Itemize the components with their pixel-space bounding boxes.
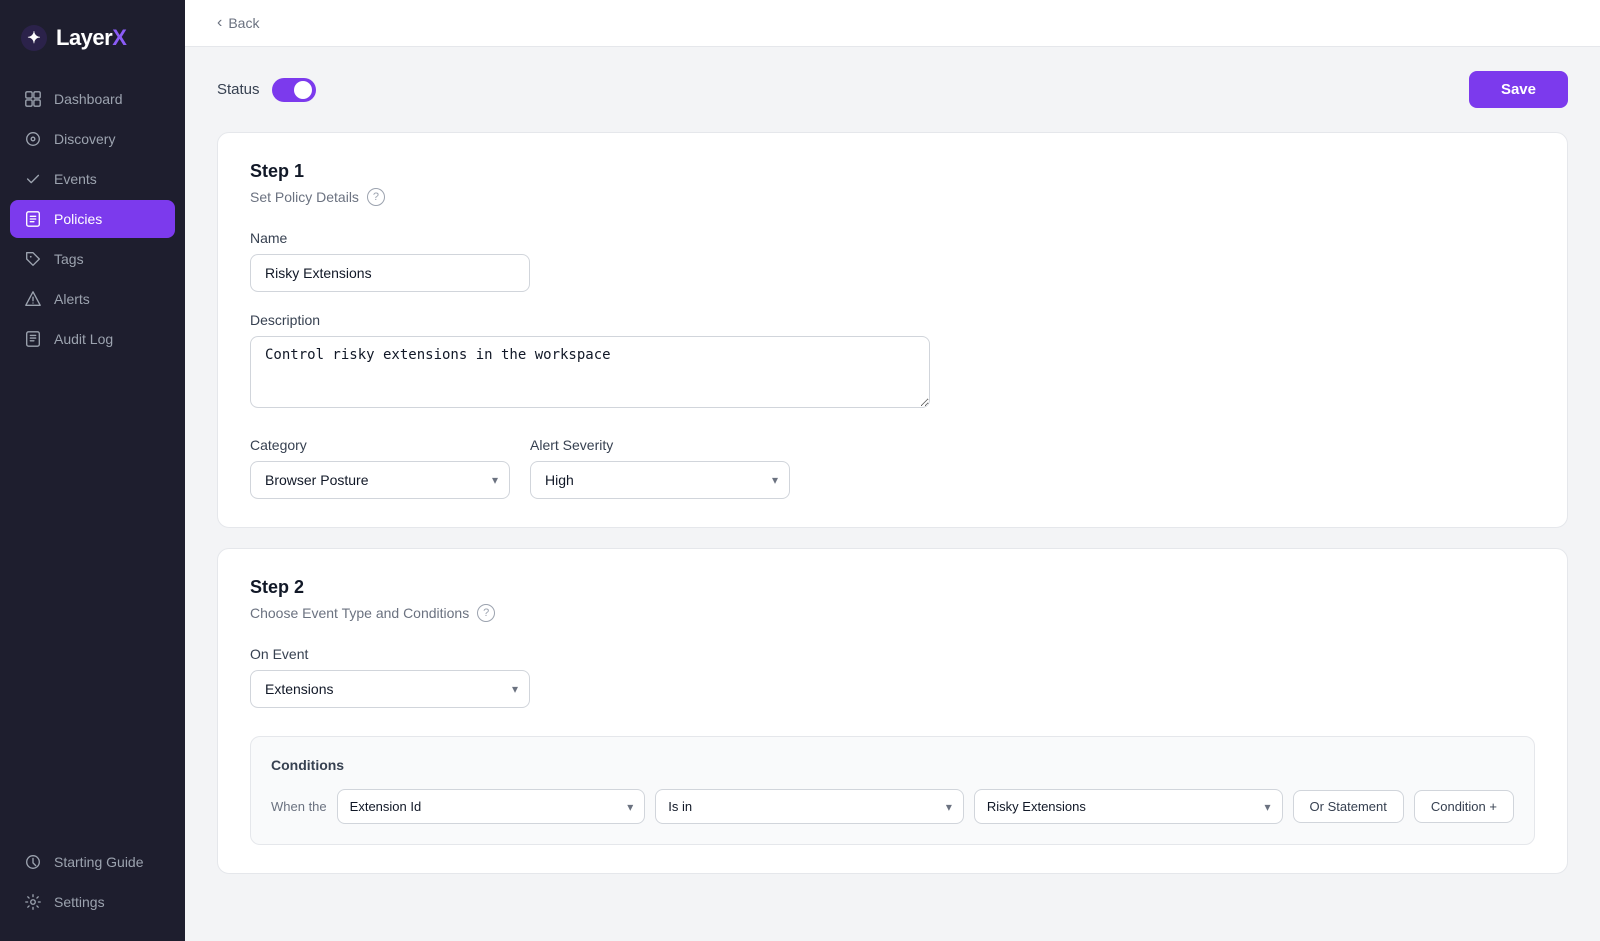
topbar: ‹ Back [185, 0, 1600, 47]
step2-title: Step 2 [250, 577, 1535, 598]
condition-operator-wrapper: Is in Is not in Equals Contains ▾ [655, 789, 964, 824]
condition-row: When the Extension Id Extension Name Ext… [271, 789, 1514, 824]
sidebar-item-tags[interactable]: Tags [10, 240, 175, 278]
back-link[interactable]: ‹ Back [217, 14, 259, 32]
status-label: Status [217, 81, 260, 98]
alert-severity-field-group: Alert Severity Low Medium High Critical … [530, 437, 790, 499]
conditions-title: Conditions [271, 757, 1514, 773]
sidebar-item-settings[interactable]: Settings [10, 883, 175, 921]
sidebar-item-dashboard[interactable]: Dashboard [10, 80, 175, 118]
status-group: Status [217, 78, 316, 102]
category-select[interactable]: Browser Posture Network Data Loss Preven… [250, 461, 510, 499]
category-severity-row: Category Browser Posture Network Data Lo… [250, 437, 1535, 499]
condition-value-wrapper: Risky Extensions Safe Extensions ▾ [974, 789, 1283, 824]
sidebar-bottom: Starting Guide Settings [0, 833, 185, 941]
dashboard-icon [24, 90, 42, 108]
discovery-icon [24, 130, 42, 148]
sidebar-item-audit-log[interactable]: Audit Log [10, 320, 175, 358]
name-input[interactable] [250, 254, 530, 292]
nav-items: Dashboard Discovery Events Policies [0, 80, 185, 833]
sidebar-item-discovery[interactable]: Discovery [10, 120, 175, 158]
status-toggle[interactable] [272, 78, 316, 102]
sidebar: ✦ LayerX Dashboard Discovery [0, 0, 185, 941]
tags-icon [24, 250, 42, 268]
description-label: Description [250, 312, 1535, 328]
or-statement-button[interactable]: Or Statement [1293, 790, 1404, 823]
back-chevron-icon: ‹ [217, 14, 222, 32]
step1-card: Step 1 Set Policy Details ? Name Descrip… [217, 132, 1568, 528]
step1-title: Step 1 [250, 161, 1535, 182]
condition-value-select[interactable]: Risky Extensions Safe Extensions [974, 789, 1283, 824]
step1-help-icon[interactable]: ? [367, 188, 385, 206]
logo-icon: ✦ [20, 24, 48, 52]
logo-area: ✦ LayerX [0, 0, 185, 80]
when-the-label: When the [271, 799, 327, 814]
settings-icon [24, 893, 42, 911]
conditions-section: Conditions When the Extension Id Extensi… [250, 736, 1535, 845]
category-label: Category [250, 437, 510, 453]
condition-field-select[interactable]: Extension Id Extension Name Extension Ve… [337, 789, 646, 824]
on-event-select-wrapper: Extensions Downloads Uploads ▾ [250, 670, 530, 708]
step1-subtitle: Set Policy Details ? [250, 188, 1535, 206]
audit-log-icon [24, 330, 42, 348]
name-label: Name [250, 230, 1535, 246]
description-textarea[interactable] [250, 336, 930, 408]
sidebar-item-events[interactable]: Events [10, 160, 175, 198]
sidebar-item-alerts[interactable]: Alerts [10, 280, 175, 318]
sidebar-item-starting-guide[interactable]: Starting Guide [10, 843, 175, 881]
on-event-label: On Event [250, 646, 530, 662]
step2-card: Step 2 Choose Event Type and Conditions … [217, 548, 1568, 874]
alert-severity-select-wrapper: Low Medium High Critical ▾ [530, 461, 790, 499]
svg-text:✦: ✦ [27, 30, 40, 47]
step2-help-icon[interactable]: ? [477, 604, 495, 622]
description-field-group: Description [250, 312, 1535, 413]
condition-field-wrapper: Extension Id Extension Name Extension Ve… [337, 789, 646, 824]
on-event-field-group: On Event Extensions Downloads Uploads ▾ [250, 646, 530, 708]
policies-icon [24, 210, 42, 228]
page-content: Status Save Step 1 Set Policy Details ? … [185, 47, 1600, 941]
name-field-group: Name [250, 230, 1535, 292]
logo: ✦ LayerX [20, 24, 165, 52]
condition-operator-select[interactable]: Is in Is not in Equals Contains [655, 789, 964, 824]
category-select-wrapper: Browser Posture Network Data Loss Preven… [250, 461, 510, 499]
alert-severity-label: Alert Severity [530, 437, 790, 453]
on-event-select[interactable]: Extensions Downloads Uploads [250, 670, 530, 708]
step2-subtitle: Choose Event Type and Conditions ? [250, 604, 1535, 622]
status-row: Status Save [217, 71, 1568, 108]
starting-guide-icon [24, 853, 42, 871]
category-field-group: Category Browser Posture Network Data Lo… [250, 437, 510, 499]
alert-severity-select[interactable]: Low Medium High Critical [530, 461, 790, 499]
events-icon [24, 170, 42, 188]
alerts-icon [24, 290, 42, 308]
logo-text: LayerX [56, 25, 126, 51]
condition-plus-button[interactable]: Condition + [1414, 790, 1514, 823]
main-area: ‹ Back Status Save Step 1 Set Policy De [185, 0, 1600, 941]
sidebar-item-policies[interactable]: Policies [10, 200, 175, 238]
save-button[interactable]: Save [1469, 71, 1568, 108]
